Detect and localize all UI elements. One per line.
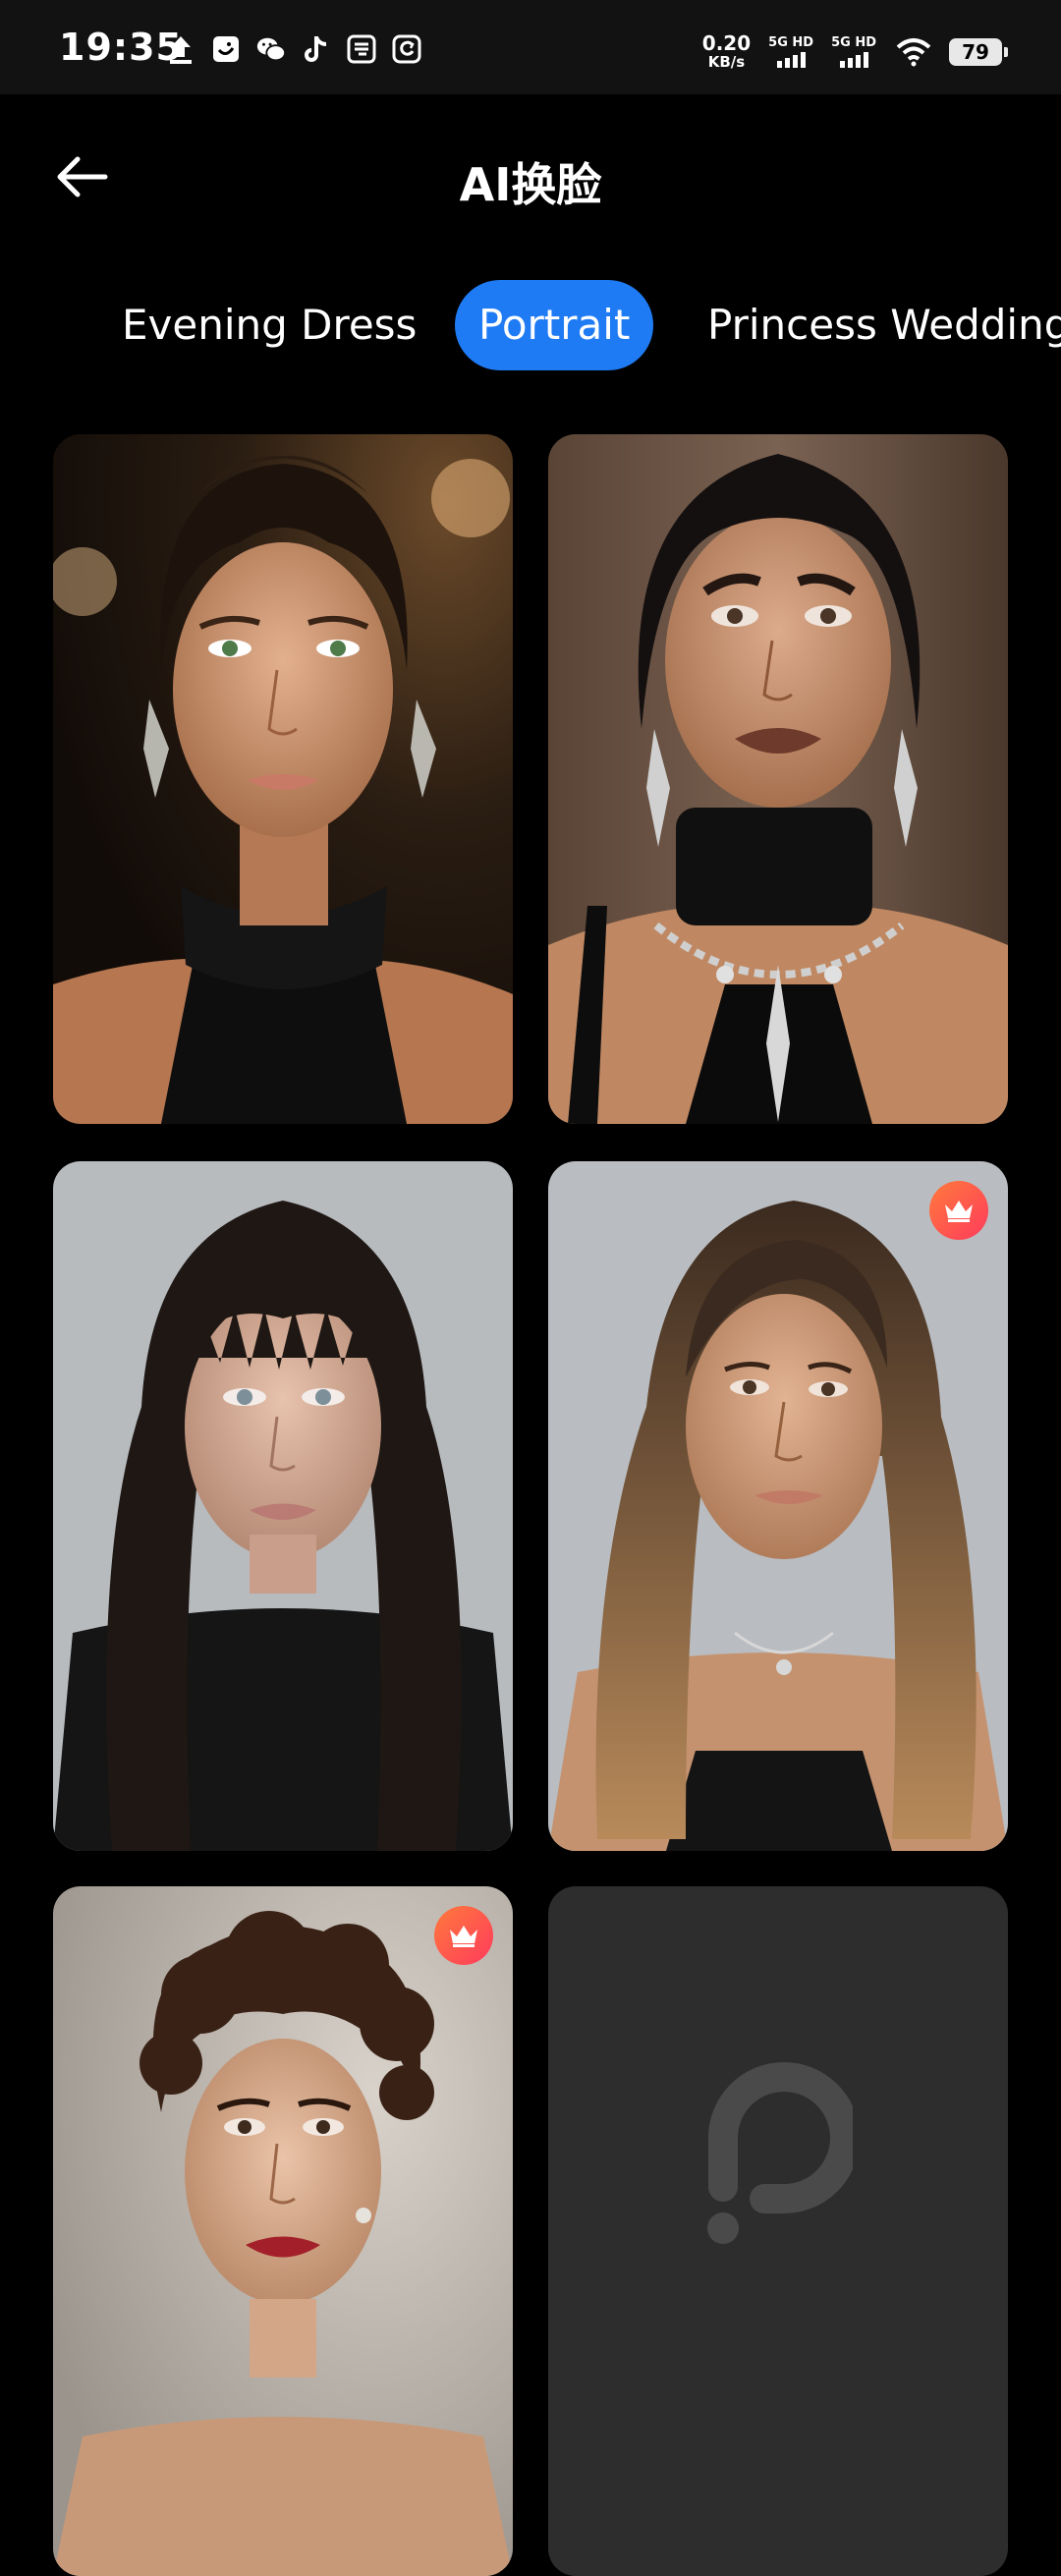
tab-portrait[interactable]: Portrait [455,280,654,370]
app-store-icon [346,33,377,65]
battery-level: 79 [962,39,989,64]
system-status: 0.20 KB/s 5G HD 5G HD 79 [702,33,1008,70]
template-card[interactable] [53,1161,513,1851]
template-photo [548,1161,1008,1851]
network-speed-value: 0.20 [701,31,752,55]
tab-princess-wedding[interactable]: Princess Wedding [707,280,1061,370]
template-photo [53,1161,513,1851]
app-logo-placeholder-icon [707,2062,853,2244]
tiktok-icon [301,33,332,65]
premium-badge [929,1181,988,1240]
wechat-icon [255,33,287,65]
wifi-icon [896,37,931,66]
template-card[interactable] [53,434,513,1124]
category-tabs[interactable]: Evening Dress Portrait Princess Wedding [0,275,1061,373]
header: AI换脸 [0,94,1061,263]
network-speed-unit: KB/s [707,53,746,71]
signal-bars-icon [839,51,868,68]
crown-icon [450,1926,477,1947]
page-title: AI换脸 [459,158,602,211]
upload-icon [165,33,196,65]
template-card[interactable] [548,434,1008,1124]
signal-bars-icon [776,51,806,68]
template-card[interactable] [548,1161,1008,1851]
template-card-loading[interactable] [548,1886,1008,2576]
sim1-label: 5G HD [768,34,814,50]
status-bar: 19:35 0.20 KB/s 5G HD 5G HD 79 [0,0,1061,94]
template-photo [53,434,513,1124]
battery-icon: 79 [949,37,1008,66]
app-notification-icon-2 [391,33,422,65]
premium-badge [434,1906,493,1965]
template-card[interactable] [53,1886,513,2576]
notification-icons [165,33,422,65]
sim2-signal: 5G HD [831,36,876,68]
app-notification-icon [210,33,242,65]
crown-icon [945,1201,973,1222]
sim2-label: 5G HD [831,34,876,50]
tab-evening-dress[interactable]: Evening Dress [122,280,417,370]
template-photo [548,434,1008,1124]
network-speed: 0.20 KB/s [702,33,751,70]
sim1-signal: 5G HD [768,36,813,68]
template-photo [53,1886,513,2576]
